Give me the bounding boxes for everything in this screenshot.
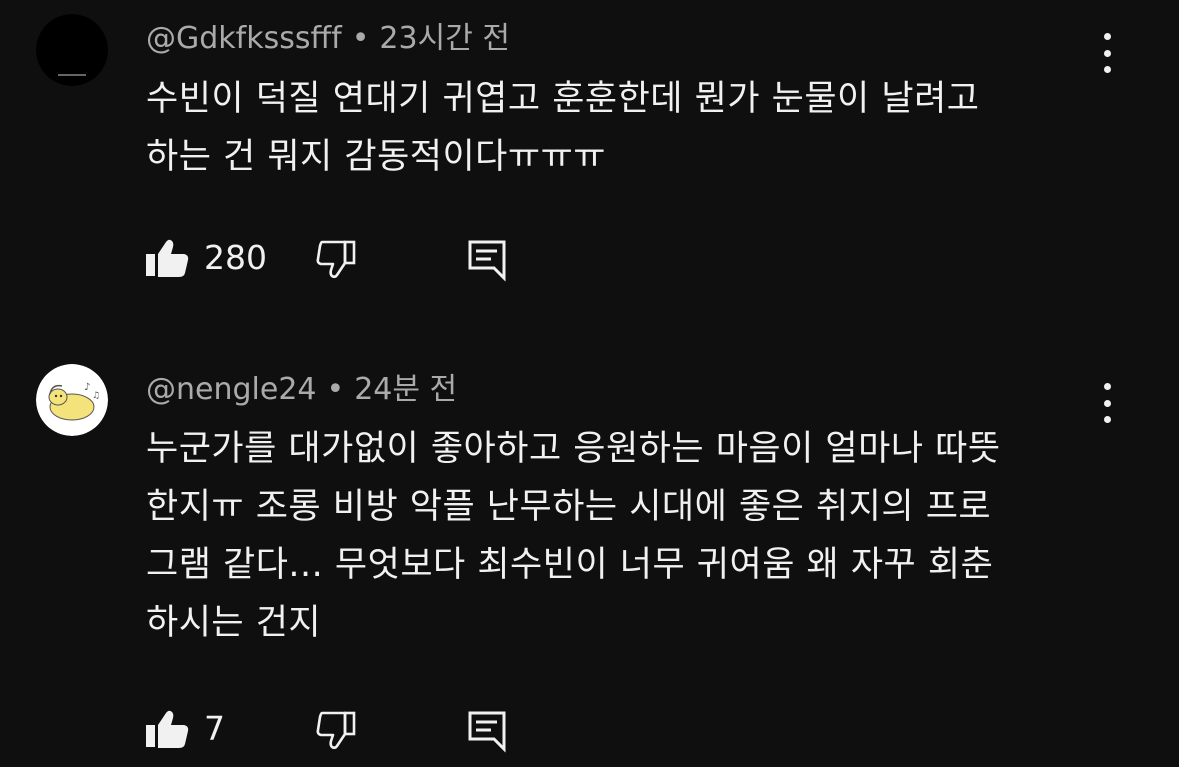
- thumbs-up-icon: [146, 710, 189, 748]
- comment-time[interactable]: 24분 전: [354, 372, 457, 407]
- thumbs-down-icon: [316, 711, 356, 750]
- comment-text-line: 한지ㅠ 조롱 비방 악플 난무하는 시대에 좋은 취지의 프로: [146, 487, 992, 527]
- comment-text-line: 누군가를 대가없이 좋아하고 응원하는 마음이 얼마나 따뜻: [146, 429, 1001, 469]
- dislike-button[interactable]: [314, 707, 360, 753]
- comment-text-line: 하시는 건지: [146, 603, 322, 643]
- hamster-avatar-icon: ♪ ♫: [36, 364, 108, 436]
- more-vertical-icon[interactable]: [1090, 383, 1124, 423]
- like-button[interactable]: [144, 707, 190, 753]
- comment-item: ♪ ♫ @nengle24 • 24분 전 누군가를 대가없이 좋아하고 응원하는 …: [0, 0, 1179, 767]
- author-name[interactable]: @nengle24: [146, 372, 317, 407]
- comment-text: 누군가를 대가없이 좋아하고 응원하는 마음이 얼마나 따뜻 한지ㅠ 조롱 비방…: [146, 420, 1106, 652]
- avatar[interactable]: ♪ ♫: [36, 364, 108, 436]
- comment-header: @nengle24 • 24분 전: [146, 370, 457, 410]
- svg-text:♪: ♪: [84, 382, 90, 393]
- reply-comment-icon: [468, 711, 506, 753]
- svg-text:♫: ♫: [92, 391, 100, 401]
- comment-actions: 7: [144, 707, 544, 755]
- like-count: 7: [204, 709, 225, 748]
- reply-button[interactable]: [464, 707, 510, 753]
- separator-dot: •: [326, 372, 345, 407]
- comment-text-line: 그램 같다... 무엇보다 최수빈이 너무 귀여움 왜 자꾸 회춘: [146, 545, 994, 585]
